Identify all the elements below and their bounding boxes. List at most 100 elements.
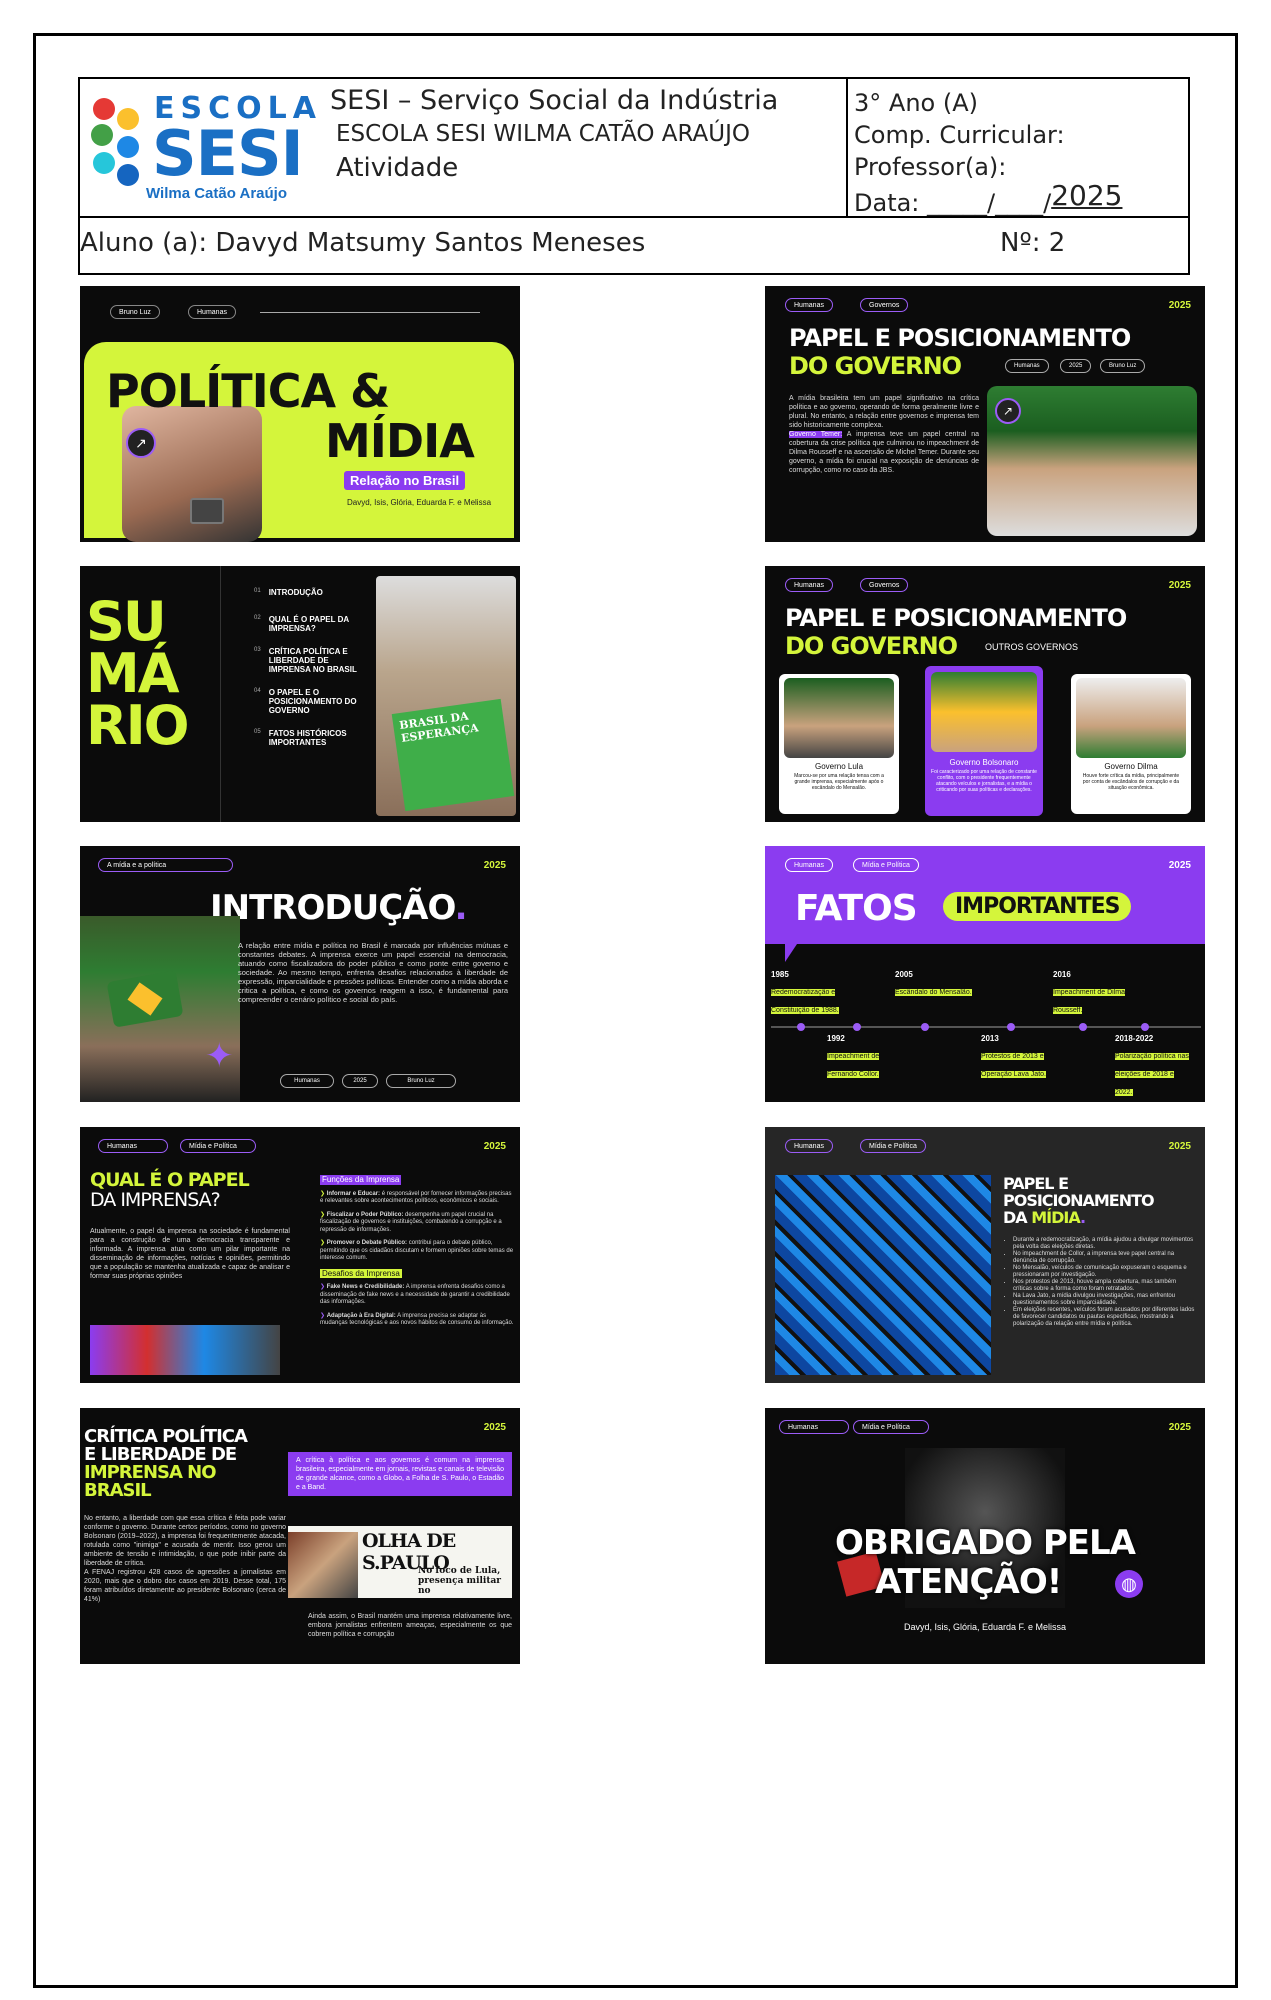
pill-subject: Humanas [785, 858, 833, 872]
globe-icon: ◍ [1115, 1570, 1143, 1598]
pill-topic: Mídia e Política [853, 1420, 929, 1434]
slide-fatos-importantes: Humanas Mídia e Política 2025 FATOS IMPO… [765, 846, 1205, 1102]
authors: Davyd, Isis, Glória, Eduarda F. e Meliss… [903, 1622, 1067, 1632]
event-year: 2018-2022 [1115, 1034, 1154, 1043]
highlight-box: A crítica à política e aos governos é co… [288, 1452, 512, 1496]
list-item: Em eleições recentes, veículos foram acu… [1013, 1307, 1195, 1328]
title-line1: PAPEL E [1003, 1174, 1069, 1193]
title-line3: OUTROS GOVERNOS [985, 642, 1079, 652]
functions-heading: Funções da Imprensa [320, 1175, 402, 1185]
left-text: Atualmente, o papel da imprensa na socie… [90, 1228, 290, 1280]
divider [220, 566, 221, 822]
card-name: Governo Lula [814, 762, 864, 771]
header-info-block: 3° Ano (A) Comp. Curricular: Professor(a… [848, 79, 1192, 217]
header-school-block: ESCOLA SESI Wilma Catão Araújo SESI – Se… [80, 79, 848, 216]
challenges-heading: Desafios da Imprensa [320, 1268, 402, 1278]
media-bullets: Durante a redemocratização, a mídia ajud… [1005, 1237, 1195, 1328]
title-block: CRÍTICA POLÍTICA E LIBERDADE DE IMPRENSA… [84, 1428, 248, 1501]
event-year: 1985 [771, 970, 789, 979]
slide-papel-governo: Humanas Governos 2025 PAPEL E POSICIONAM… [765, 286, 1205, 542]
sumario-list: 01 INTRODUÇÃO 02 QUAL É O PAPEL DA IMPRENS… [254, 588, 364, 747]
event-text: Impeachment de Dilma Rousseff. [1053, 989, 1125, 1014]
body-text: A mídia brasileira tem um papel signific… [789, 394, 979, 475]
function-item: ❯ Fiscalizar o Poder Público: desempenha… [320, 1211, 502, 1233]
tag-author: Bruno Luz [1100, 359, 1146, 373]
right-column: Funções da Imprensa ❯ Informar e Educar:… [320, 1175, 515, 1328]
subtitle-relacao: Relação no Brasil [344, 471, 466, 490]
authors: Davyd, Isis, Glória, Eduarda F. e Meliss… [346, 498, 492, 507]
title-ma: MÁ [86, 642, 180, 705]
logo-sesi-text: SESI [152, 117, 304, 190]
year-label: 2025 [1168, 580, 1191, 591]
timeline-event: 1992 Impeachment de Fernando Collor. [827, 1034, 905, 1081]
title-line1: PAPEL E POSICIONAMENTO [789, 324, 1131, 352]
header-school-name: ESCOLA SESI WILMA CATÃO ARAÚJO [336, 121, 750, 147]
pill-subject: Humanas [98, 1139, 168, 1153]
title-line2: POSICIONAMENTO [1003, 1191, 1155, 1210]
lula-photo [784, 678, 894, 758]
pill-topic: Mídia e Política [180, 1139, 256, 1153]
timeline-dot [1007, 1023, 1015, 1031]
newspaper-image: OLHA DE S.PAULO No foco de Lula, presenç… [288, 1526, 512, 1598]
sparkle-icon: ✦ [205, 1037, 234, 1075]
pill-topic: Governos [860, 298, 909, 312]
header-date: Data: _____/____/2025 [854, 179, 1123, 217]
title-politica: POLÍTICA & [106, 364, 390, 418]
pill-topic: A mídia e a política [98, 858, 233, 872]
pill-author: Bruno Luz [110, 305, 160, 319]
card-dilma: Governo Dilma Houve forte crítica da míd… [1071, 674, 1191, 814]
year-label: 2025 [483, 860, 506, 871]
timeline-dot [921, 1023, 929, 1031]
list-item: No Mensalão, veículos de comunicação exp… [1013, 1265, 1195, 1279]
challenge-item: ❯ Fake News e Credibilidade: A imprensa … [320, 1284, 510, 1305]
slide-critica-politica: 2025 CRÍTICA POLÍTICA E LIBERDADE DE IMP… [80, 1408, 520, 1664]
card-name: Governo Dilma [1104, 762, 1158, 771]
title-line1: QUAL É O PAPEL [90, 1169, 250, 1191]
card-name: Governo Bolsonaro [949, 758, 1019, 767]
tag-author: Bruno Luz [386, 1074, 456, 1088]
header-date-year: 2025 [1051, 179, 1123, 212]
title-block: PAPEL E POSICIONAMENTO DA MÍDIA. [1003, 1174, 1155, 1226]
year-label: 2025 [1168, 860, 1191, 871]
header-activity: Atividade [336, 153, 459, 183]
year-label: 2025 [483, 1422, 506, 1433]
title-line2: ATENÇÃO! [875, 1562, 1062, 1602]
list-item: 05 FATOS HISTÓRICOS IMPORTANTES [254, 729, 347, 747]
slide-obrigado: Humanas Mídia e Política 2025 OBRIGADO P… [765, 1408, 1205, 1664]
paragraph-1: A mídia brasileira tem um papel signific… [789, 395, 979, 429]
tv-icon [190, 498, 224, 524]
year-label: 2025 [1168, 1141, 1191, 1152]
dilma-photo [1076, 678, 1186, 758]
event-year: 2013 [981, 1034, 999, 1043]
newspaper-photo [288, 1532, 358, 1598]
event-year: 2005 [895, 970, 913, 979]
title-line4: BRASIL [84, 1480, 152, 1501]
list-item: Durante a redemocratização, a mídia ajud… [1013, 1237, 1195, 1251]
timeline-event: 2005 Escândalo do Mensalão. [895, 970, 973, 999]
pill-topic: Mídia e Política [860, 1139, 926, 1153]
tag-year: 2025 [342, 1074, 378, 1088]
banner-notch [785, 944, 797, 962]
tag-subject: Humanas [1005, 359, 1049, 373]
title-line2: DO GOVERNO [785, 632, 958, 660]
card-desc: Foi caracterizado por uma relação de con… [931, 769, 1037, 793]
tag-year: 2025 [1060, 359, 1092, 373]
slide-papel-imprensa: Humanas Mídia e Política 2025 QUAL É O P… [80, 1127, 520, 1383]
pill-topic: Mídia e Política [853, 858, 919, 872]
header-grade: 3° Ano (A) [854, 89, 978, 117]
left-text: No entanto, a liberdade com que essa crí… [84, 1515, 286, 1603]
list-item: 03 CRÍTICA POLÍTICA E LIBERDADE DE IMPREN… [254, 647, 357, 674]
sesi-logo: ESCOLA SESI Wilma Catão Araújo [84, 89, 324, 209]
title-su: SU [86, 590, 167, 653]
header-component: Comp. Curricular: [854, 121, 1065, 149]
slide-outros-governos: Humanas Governos 2025 PAPEL E POSICIONAM… [765, 566, 1205, 822]
event-text: Redemocratização e Constituição de 1988. [771, 989, 839, 1014]
title-midia: MÍDIA [325, 414, 475, 468]
card-lula: Governo Lula Marcou-se por uma relação t… [779, 674, 899, 814]
event-text: Impeachment de Fernando Collor. [827, 1053, 880, 1078]
timeline-dot [1141, 1023, 1149, 1031]
year-label: 2025 [1168, 1422, 1191, 1433]
screens-photo [775, 1175, 991, 1375]
pill-subject: Humanas [785, 578, 833, 592]
title-introducao: INTRODUÇÃO. [210, 888, 468, 928]
